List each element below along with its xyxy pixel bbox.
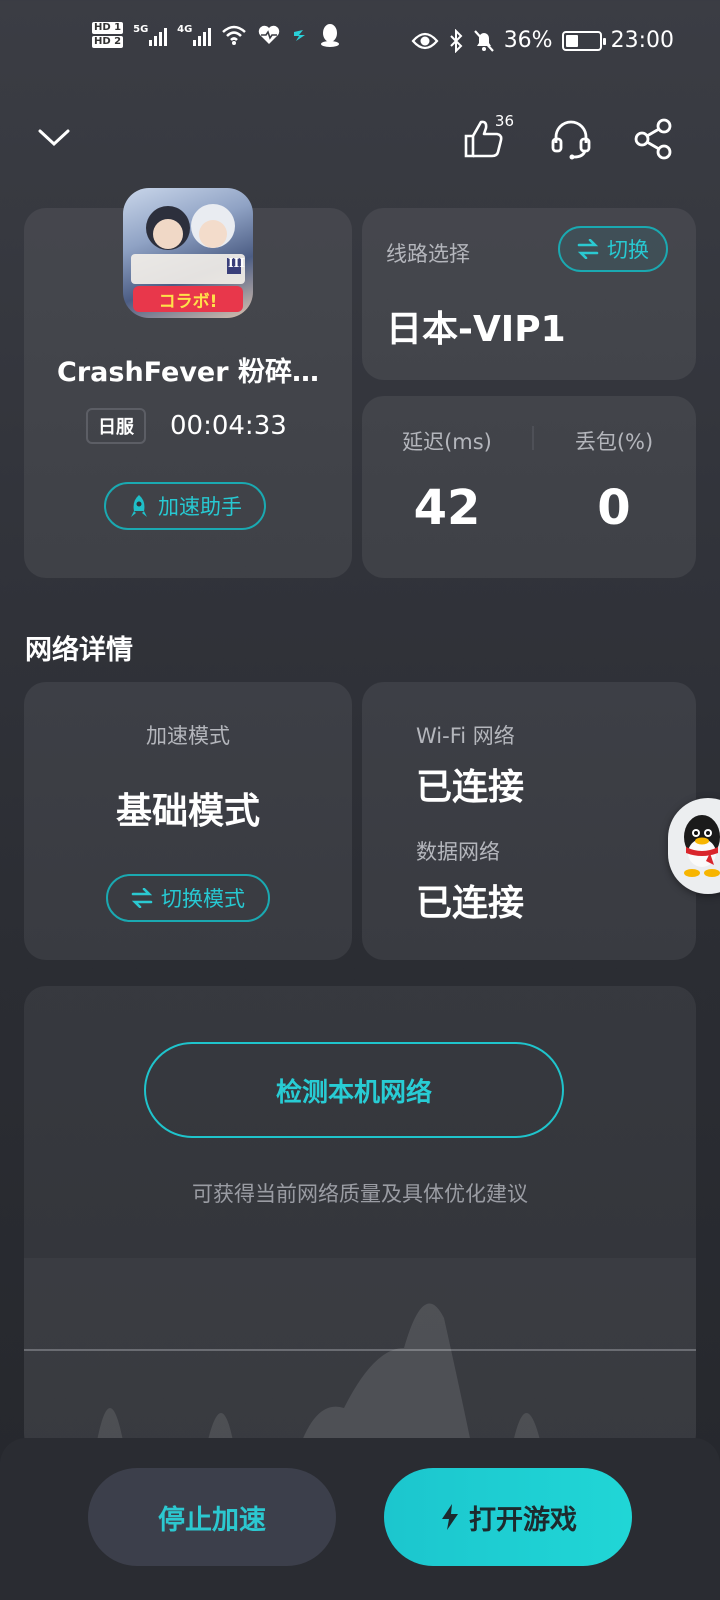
stop-acceleration-label: 停止加速 (158, 1504, 266, 1536)
signal-4g-icon: 4G (177, 24, 212, 46)
bluetooth-icon (449, 28, 463, 53)
acceleration-mode-card: 加速模式 基础模式 切换模式 (24, 682, 352, 960)
route-label: 线路选择 (386, 242, 470, 266)
bottom-action-bar: 停止加速 打开游戏 (0, 1438, 720, 1600)
mute-bell-icon (473, 29, 494, 52)
switch-mode-label: 切换模式 (161, 887, 245, 911)
app-notification-icon (294, 30, 306, 41)
swap-arrows-icon (131, 888, 153, 908)
wifi-status: 已连接 (416, 767, 525, 808)
clock: 23:00 (610, 28, 674, 53)
mode-label: 加速模式 (146, 724, 230, 748)
collapse-button[interactable] (34, 118, 74, 158)
wifi-label: Wi-Fi 网络 (416, 724, 515, 748)
signal-4g-label: 4G (177, 24, 193, 35)
acceleration-assistant-label: 加速助手 (158, 495, 242, 519)
packet-loss-value: 0 (597, 480, 631, 536)
battery-fill (565, 34, 578, 47)
open-game-label: 打开游戏 (469, 1504, 577, 1536)
signal-5g-icon: 5G (133, 24, 168, 46)
share-icon (634, 118, 672, 160)
route-switch-label: 切换 (607, 238, 649, 262)
hd-badges: HD 1 HD 2 (92, 22, 124, 48)
eye-icon (411, 32, 439, 49)
route-value: 日本-VIP1 (386, 309, 566, 350)
qq-notification-icon (321, 24, 340, 47)
latency-label: 延迟(ms) (402, 430, 492, 454)
swap-arrows-icon (577, 239, 599, 259)
network-detect-card: 检测本机网络 可获得当前网络质量及具体优化建议 (24, 986, 696, 1456)
wifi-icon (222, 25, 246, 45)
status-left-icons: HD 1 HD 2 5G 4G (92, 22, 341, 48)
like-button[interactable]: 36 (448, 110, 520, 166)
like-count: 36 (494, 112, 514, 130)
game-card: III コラボ! CrashFever 粉碎… 日服 00:04:33 加速助手 (24, 188, 352, 578)
wave-graphic (24, 1303, 696, 1456)
chevron-down-icon (38, 129, 70, 147)
packet-loss-label: 丢包(%) (574, 430, 654, 454)
elapsed-timer: 00:04:33 (170, 411, 287, 441)
switch-mode-button[interactable]: 切换模式 (106, 874, 270, 922)
detect-network-label: 检测本机网络 (275, 1077, 432, 1108)
mobile-data-status: 已连接 (416, 883, 525, 924)
share-button[interactable] (630, 114, 676, 164)
region-tag: 日服 (86, 408, 146, 444)
status-bar: HD 1 HD 2 5G 4G 36% 23:00 (0, 0, 720, 90)
rocket-icon (131, 495, 147, 517)
stop-acceleration-button[interactable]: 停止加速 (88, 1468, 336, 1566)
game-title: CrashFever 粉碎… (57, 357, 319, 388)
top-bar: 36 (0, 110, 720, 170)
floating-qq-button[interactable] (668, 798, 720, 894)
route-card: 线路选择 切换 日本-VIP1 (362, 208, 696, 380)
battery-percent: 36% (503, 28, 553, 53)
latency-value: 42 (413, 480, 481, 536)
mobile-data-label: 数据网络 (416, 840, 500, 864)
game-icon-badge: III (228, 256, 245, 270)
heart-rate-icon (258, 25, 280, 44)
mode-value: 基础模式 (115, 791, 260, 832)
qq-penguin-icon (684, 815, 720, 877)
route-switch-button[interactable]: 切换 (558, 226, 668, 272)
status-right-icons: 36% 23:00 (411, 28, 674, 53)
connection-status-card: Wi-Fi 网络 已连接 数据网络 已连接 (362, 682, 696, 960)
network-section-title: 网络详情 (25, 635, 133, 666)
open-game-button[interactable]: 打开游戏 (384, 1468, 632, 1566)
battery-icon (561, 30, 606, 51)
detect-hint: 可获得当前网络质量及具体优化建议 (192, 1182, 528, 1206)
lightning-icon (442, 1504, 458, 1530)
game-icon: III コラボ! (123, 188, 253, 318)
hd2-badge: HD 2 (92, 36, 124, 48)
acceleration-assistant-button[interactable]: 加速助手 (104, 482, 266, 530)
hd1-badge: HD 1 (92, 22, 124, 34)
game-icon-caption: コラボ! (158, 292, 218, 312)
signal-5g-label: 5G (133, 24, 149, 35)
detect-network-button[interactable]: 检测本机网络 (144, 1042, 564, 1138)
headset-icon (551, 120, 591, 160)
customer-service-button[interactable] (548, 114, 594, 164)
signal-wave-illustration (24, 1258, 696, 1456)
latency-card: 延迟(ms) 丢包(%) 42 0 (362, 396, 696, 578)
